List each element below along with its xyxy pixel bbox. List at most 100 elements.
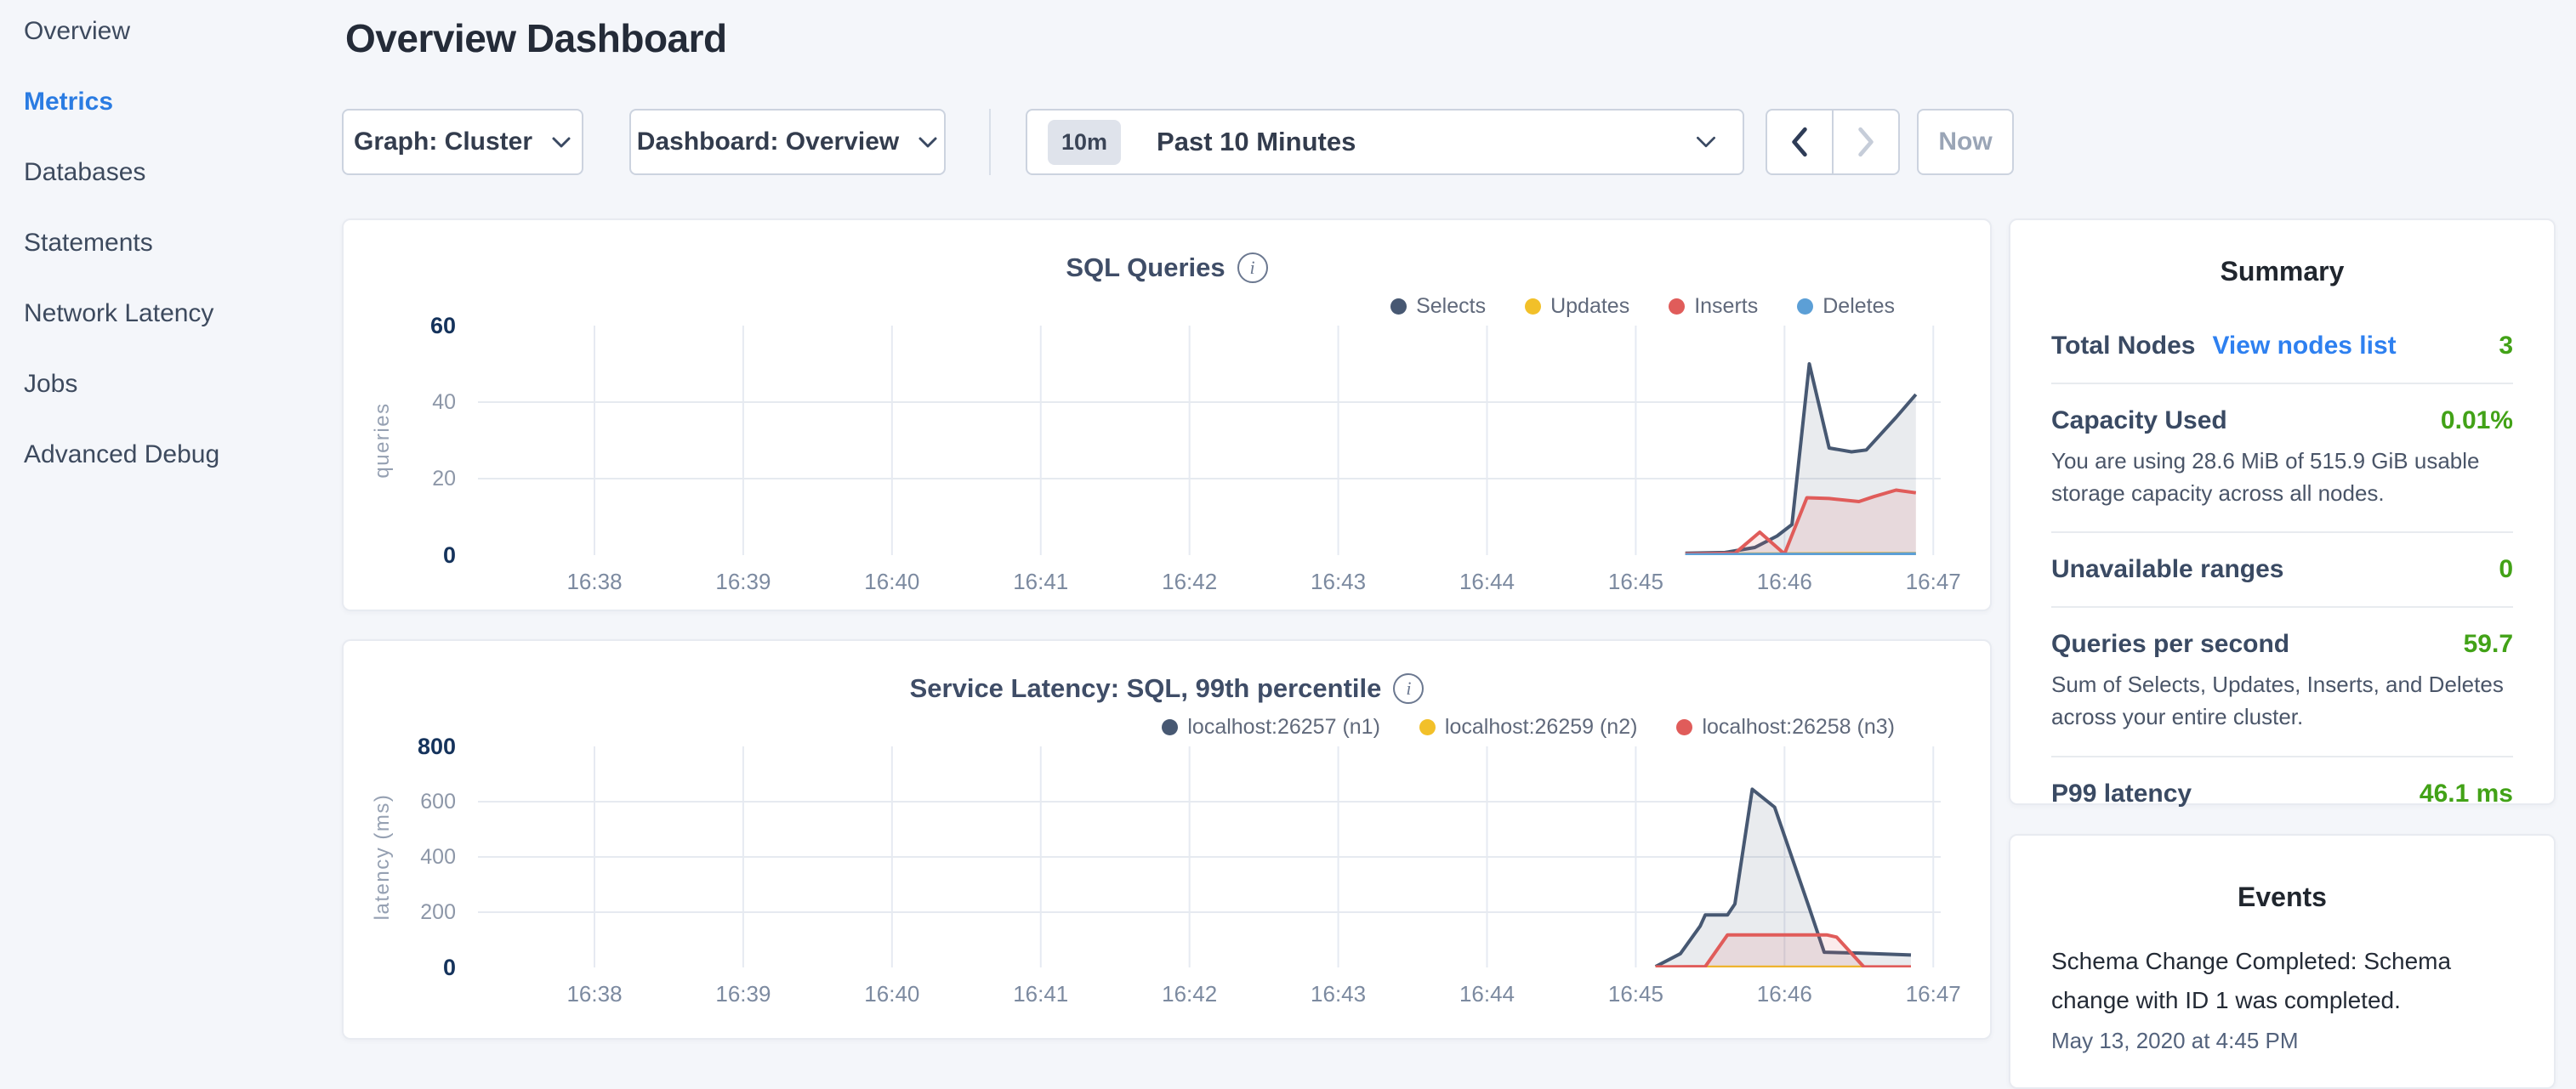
y-tick-label: 200 <box>344 899 456 925</box>
y-axis-label: queries <box>371 402 395 478</box>
summary-row-total-nodes: Total Nodes View nodes list 3 <box>2051 309 2513 383</box>
x-tick-label: 16:44 <box>1436 981 1538 1007</box>
sidebar-list: Overview Metrics Databases Statements Networ… <box>24 17 330 469</box>
chevron-down-icon <box>1695 135 1717 149</box>
summary-row-capacity-used: Capacity Used0.01%You are using 28.6 MiB… <box>2051 383 2513 531</box>
legend-dot-icon <box>1419 719 1436 735</box>
sidebar-item-advanced-debug[interactable]: Advanced Debug <box>24 440 330 469</box>
summary-row-head: Queries per second 59.7 <box>2051 630 2513 659</box>
summary-row-value: 59.7 <box>2464 630 2513 659</box>
event-item: Schema Change Completed: Schema change w… <box>2051 942 2513 1054</box>
x-tick-label: 16:46 <box>1733 569 1835 595</box>
sidebar-item-jobs[interactable]: Jobs <box>24 370 330 399</box>
toolbar-divider <box>989 109 991 175</box>
time-forward-button[interactable] <box>1833 109 1900 175</box>
right-column: Summary Total Nodes View nodes list 3 Capac… <box>2009 0 2556 1051</box>
summary-row-p99-latency: P99 latency46.1 ms <box>2051 756 2513 831</box>
x-tick-label: 16:47 <box>1882 981 1984 1007</box>
summary-row-head: Total Nodes View nodes list 3 <box>2051 332 2513 360</box>
x-tick-label: 16:43 <box>1288 569 1390 595</box>
summary-title: Summary <box>2051 256 2513 287</box>
sidebar-item-statements[interactable]: Statements <box>24 229 330 258</box>
service-latency-chart-card: Service Latency: SQL, 99th percentile i … <box>342 639 1992 1040</box>
now-button-label: Now <box>1938 128 1992 156</box>
dashboard-dropdown[interactable]: Dashboard: Overview <box>629 109 946 175</box>
x-tick-label: 16:42 <box>1139 569 1241 595</box>
chevron-right-icon <box>1857 127 1875 157</box>
y-tick-label: 60 <box>344 313 456 338</box>
summary-row-head: Unavailable ranges 0 <box>2051 555 2513 584</box>
legend-item-localhost-26257-n1[interactable]: localhost:26257 (n1) <box>1162 715 1380 740</box>
info-icon[interactable]: i <box>1237 252 1268 283</box>
summary-row-label: P99 latency <box>2051 780 2192 808</box>
toolbar: Graph: Cluster Dashboard: Overview 10m P… <box>342 109 2022 175</box>
x-tick-label: 16:46 <box>1733 981 1835 1007</box>
summary-panel: Summary Total Nodes View nodes list 3 Capac… <box>2009 218 2556 805</box>
plot-svg <box>478 746 1941 967</box>
y-tick-label: 20 <box>344 466 456 491</box>
legend-item-inserts[interactable]: Inserts <box>1669 294 1758 319</box>
now-button[interactable]: Now <box>1917 109 2014 175</box>
x-tick-label: 16:40 <box>841 569 943 595</box>
x-tick-label: 16:42 <box>1139 981 1241 1007</box>
summary-row-value: 0 <box>2499 555 2513 584</box>
sql-queries-chart-card: SQL Queries i Selects Updates Inserts Delet… <box>342 218 1992 611</box>
chart-legend: Selects Updates Inserts Deletes <box>344 292 1990 320</box>
service-latency-plot: 020040060080016:3816:3916:4016:4116:4216… <box>344 746 1990 1035</box>
chart-title: Service Latency: SQL, 99th percentile <box>910 673 1382 704</box>
legend-item-updates[interactable]: Updates <box>1525 294 1629 319</box>
x-tick-label: 16:47 <box>1882 569 1984 595</box>
events-list: Schema Change Completed: Schema change w… <box>2051 942 2513 1054</box>
legend-label: Deletes <box>1823 294 1895 319</box>
summary-row-subtext: Sum of Selects, Updates, Inserts, and De… <box>2051 669 2513 733</box>
summary-row-label: Unavailable ranges <box>2051 555 2283 584</box>
legend-dot-icon <box>1525 298 1541 315</box>
sidebar-item-databases[interactable]: Databases <box>24 158 330 187</box>
summary-row-head: P99 latency46.1 ms <box>2051 780 2513 808</box>
legend-dot-icon <box>1797 298 1813 315</box>
y-tick-label: 400 <box>344 844 456 870</box>
time-range-label: Past 10 Minutes <box>1157 127 1676 157</box>
x-tick-label: 16:39 <box>692 981 794 1007</box>
graph-dropdown[interactable]: Graph: Cluster <box>342 109 583 175</box>
legend-item-localhost-26258-n3[interactable]: localhost:26258 (n3) <box>1676 715 1895 740</box>
legend-dot-icon <box>1390 298 1407 315</box>
events-title: Events <box>2051 882 2513 913</box>
x-tick-label: 16:38 <box>543 981 645 1007</box>
summary-row-label: Capacity Used <box>2051 406 2227 435</box>
time-back-button[interactable] <box>1766 109 1833 175</box>
summary-row-value: 3 <box>2499 332 2513 360</box>
main-content: Overview Dashboard Graph: Cluster Dashbo… <box>342 0 2022 1051</box>
summary-rows: Total Nodes View nodes list 3 Capacity Used… <box>2051 309 2513 831</box>
chart-legend: localhost:26257 (n1) localhost:26259 (n2)… <box>344 712 1990 741</box>
legend-label: Inserts <box>1694 294 1758 319</box>
time-range-dropdown[interactable]: 10m Past 10 Minutes <box>1026 109 1744 175</box>
sidebar-item-network-latency[interactable]: Network Latency <box>24 299 330 328</box>
events-panel: Events Schema Change Completed: Schema c… <box>2009 834 2556 1089</box>
sidebar-item-overview[interactable]: Overview <box>24 17 330 46</box>
legend-item-selects[interactable]: Selects <box>1390 294 1486 319</box>
dashboard-dropdown-label: Dashboard: Overview <box>637 128 899 156</box>
info-icon[interactable]: i <box>1393 673 1424 704</box>
y-axis-label: latency (ms) <box>371 794 395 921</box>
sidebar-item-metrics[interactable]: Metrics <box>24 88 330 116</box>
graph-dropdown-label: Graph: Cluster <box>354 128 532 156</box>
summary-row-label: Total Nodes <box>2051 332 2195 360</box>
legend-dot-icon <box>1162 719 1178 735</box>
summary-row-value: 0.01% <box>2441 406 2513 435</box>
legend-item-localhost-26259-n2[interactable]: localhost:26259 (n2) <box>1419 715 1638 740</box>
chart-title: SQL Queries <box>1066 252 1225 283</box>
sql-queries-plot: 020406016:3816:3916:4016:4116:4216:4316:… <box>344 326 1990 615</box>
legend-label: localhost:26258 (n3) <box>1702 715 1895 740</box>
x-tick-label: 16:41 <box>990 981 1092 1007</box>
y-tick-label: 600 <box>344 789 456 814</box>
y-tick-label: 800 <box>344 734 456 759</box>
legend-item-deletes[interactable]: Deletes <box>1797 294 1895 319</box>
x-tick-label: 16:45 <box>1584 981 1686 1007</box>
chevron-left-icon <box>1790 127 1809 157</box>
chevron-down-icon <box>551 136 571 149</box>
view-nodes-list-link[interactable]: View nodes list <box>2212 332 2396 360</box>
summary-row-label: Queries per second <box>2051 630 2289 659</box>
page-title: Overview Dashboard <box>345 15 727 61</box>
chevron-down-icon <box>918 136 938 149</box>
